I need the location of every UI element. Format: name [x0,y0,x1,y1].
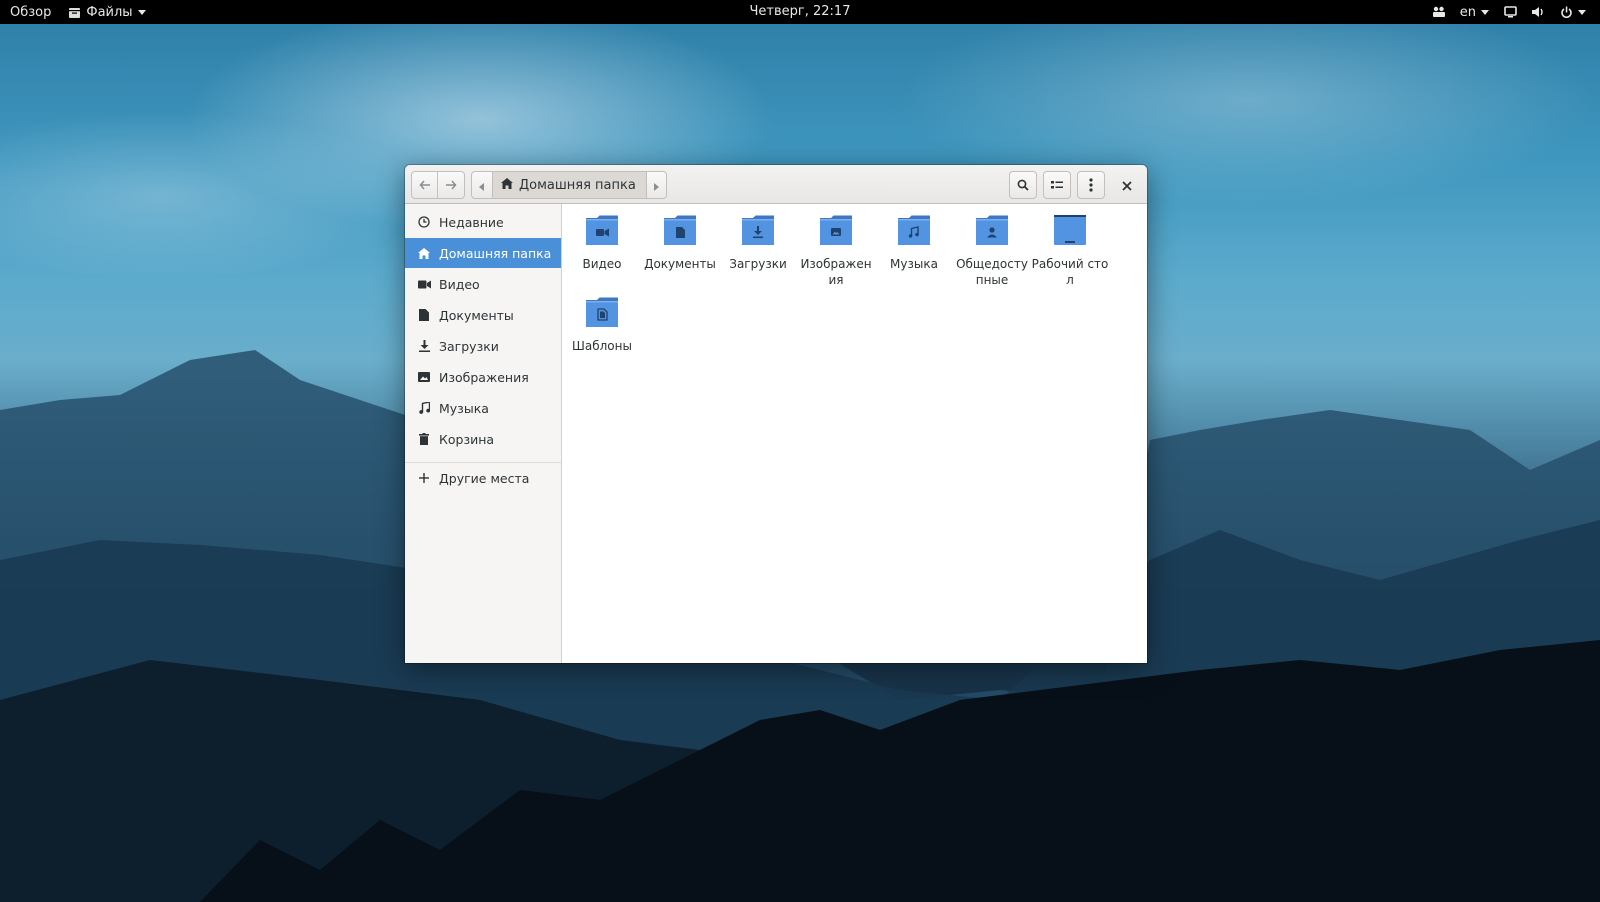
activities-button[interactable]: Обзор [10,0,51,24]
folder-item-label: Изображения [800,257,872,287]
desktop-folder-icon [1053,214,1087,250]
sidebar: Недавние Домашняя папка Видео Документы … [405,204,562,663]
app-menu-button[interactable]: Файлы [67,0,146,24]
pictures-folder-icon [819,214,853,250]
forward-button[interactable] [438,171,465,199]
sidebar-item-label: Недавние [439,214,504,230]
path-current-label: Домашняя папка [519,177,636,193]
folder-item-pictures[interactable]: Изображения [797,214,875,288]
downloads-folder-icon [741,214,775,250]
folder-item-label: Шаблоны [572,339,632,353]
back-button[interactable] [411,171,438,199]
chevron-down-icon [1578,9,1586,15]
templates-folder-icon [585,296,619,332]
sidebar-item-music[interactable]: Музыка [405,393,561,423]
files-app-icon [67,5,81,19]
folder-item-documents[interactable]: Документы [641,214,719,272]
folder-item-label: Загрузки [729,257,787,271]
folder-item-downloads[interactable]: Загрузки [719,214,797,272]
search-button[interactable] [1009,171,1037,199]
sidebar-item-trash[interactable]: Корзина [405,424,561,454]
path-scroll-right-button[interactable] [646,171,667,199]
menu-icon [1089,178,1093,192]
sidebar-item-images[interactable]: Изображения [405,362,561,392]
chevron-down-icon [137,9,146,15]
back-icon [419,180,431,190]
menu-button[interactable] [1077,171,1105,199]
path-home-button[interactable]: Домашняя папка [493,171,647,199]
sidebar-item-label: Другие места [439,470,530,486]
sidebar-item-label: Документы [439,307,514,323]
trash-icon [417,432,431,446]
power-icon [1559,5,1573,19]
folder-item-label: Документы [644,257,716,271]
volume-icon[interactable] [1531,5,1545,19]
documents-folder-icon [663,214,697,250]
folder-item-video[interactable]: Видео [563,214,641,272]
public-folder-icon [975,214,1009,250]
video-folder-icon [585,214,619,250]
sidebar-item-label: Музыка [439,400,489,416]
folder-item-label: Рабочий стол [1031,257,1109,287]
close-button[interactable] [1115,173,1139,197]
close-icon [1122,176,1132,195]
path-scroll-left-button[interactable] [471,171,493,199]
folder-item-label: Музыка [890,257,938,271]
folder-item-desktop[interactable]: Рабочий стол [1031,214,1109,288]
sidebar-item-recent[interactable]: Недавние [405,207,561,237]
image-icon [417,370,431,384]
system-menu-button[interactable] [1559,0,1586,24]
home-icon [417,246,431,260]
view-toggle-button[interactable] [1043,171,1071,199]
folder-item-templates[interactable]: Шаблоны [563,296,641,354]
video-icon [417,277,431,291]
sidebar-item-other-locations[interactable]: Другие места [405,463,561,493]
path-bar: Домашняя папка [471,171,667,199]
language-label: en [1459,4,1476,20]
header-bar: Домашняя папка [405,165,1147,204]
document-icon [417,308,431,322]
apps-icon[interactable] [1432,5,1446,19]
files-window: Домашняя папка Недавние Домашняя папка В… [405,165,1147,663]
plus-icon [417,471,431,485]
sidebar-item-label: Видео [439,276,480,292]
download-icon [417,339,431,353]
chevron-left-icon [479,176,485,195]
sidebar-item-home[interactable]: Домашняя папка [405,238,561,268]
sidebar-item-label: Изображения [439,369,529,385]
file-view: Видео Документы Загрузки Изображения Муз… [562,204,1147,663]
sidebar-item-downloads[interactable]: Загрузки [405,331,561,361]
screen-icon[interactable] [1503,5,1517,19]
folder-item-music[interactable]: Музыка [875,214,953,272]
app-menu-label: Файлы [86,4,133,20]
language-indicator[interactable]: en [1460,0,1489,24]
clock-icon [417,215,431,229]
top-bar: Обзор Файлы Четверг, 22:17 en [0,0,1600,24]
folder-item-public[interactable]: Общедоступные [953,214,1031,288]
music-icon [417,401,431,415]
chevron-down-icon [1481,9,1489,15]
sidebar-item-label: Загрузки [439,338,499,354]
forward-icon [445,180,457,190]
activities-label: Обзор [10,4,52,20]
search-icon [1017,179,1029,191]
folder-item-label: Видео [582,257,622,271]
sidebar-item-label: Корзина [439,431,495,447]
folder-item-label: Общедоступные [956,257,1028,287]
clock[interactable]: Четверг, 22:17 [750,4,851,19]
music-folder-icon [897,214,931,250]
sidebar-item-documents[interactable]: Документы [405,300,561,330]
sidebar-item-video[interactable]: Видео [405,269,561,299]
view-list-icon [1051,180,1063,190]
home-icon [501,177,513,193]
chevron-right-icon [653,176,660,195]
sidebar-item-label: Домашняя папка [439,245,552,261]
